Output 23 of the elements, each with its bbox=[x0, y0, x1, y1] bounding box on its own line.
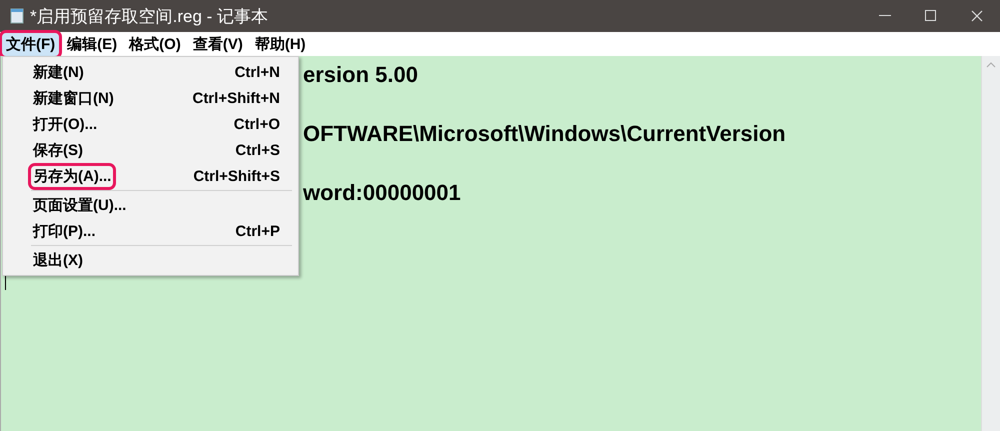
menu-item[interactable]: 帮助(H) bbox=[250, 32, 310, 56]
menu-option[interactable]: 新建窗口(N) Ctrl+Shift+N bbox=[3, 85, 298, 111]
scroll-up-icon[interactable] bbox=[986, 62, 996, 68]
maximize-icon bbox=[925, 10, 937, 22]
close-icon bbox=[971, 10, 983, 22]
menu-item[interactable]: 格式(O) bbox=[125, 32, 185, 56]
menu-option[interactable]: 页面设置(U)... bbox=[3, 192, 298, 218]
menu-option[interactable]: 打印(P)... Ctrl+P bbox=[3, 218, 298, 244]
minimize-icon bbox=[879, 15, 891, 17]
window-title: *启用预留存取空间.reg - 记事本 bbox=[30, 6, 270, 28]
notepad-icon bbox=[10, 8, 24, 24]
text-line: OFTWARE\Microsoft\Windows\CurrentVersion bbox=[303, 120, 787, 148]
menu-option[interactable]: 退出(X) bbox=[3, 247, 298, 273]
text-line: word:00000001 bbox=[303, 179, 462, 207]
menu-option[interactable]: 另存为(A)... Ctrl+Shift+S bbox=[3, 163, 298, 189]
text-line: ersion 5.00 bbox=[303, 61, 419, 89]
menu-option[interactable]: 保存(S) Ctrl+S bbox=[3, 137, 298, 163]
menu-item[interactable]: 编辑(E) bbox=[63, 32, 122, 56]
menu-option[interactable]: 新建(N) Ctrl+N bbox=[3, 59, 298, 85]
menu-item[interactable]: 文件(F) bbox=[2, 32, 60, 56]
menu-item[interactable]: 查看(V) bbox=[188, 32, 247, 56]
scrollbar[interactable] bbox=[981, 56, 1000, 431]
menu-option[interactable]: 打开(O)... Ctrl+O bbox=[3, 111, 298, 137]
